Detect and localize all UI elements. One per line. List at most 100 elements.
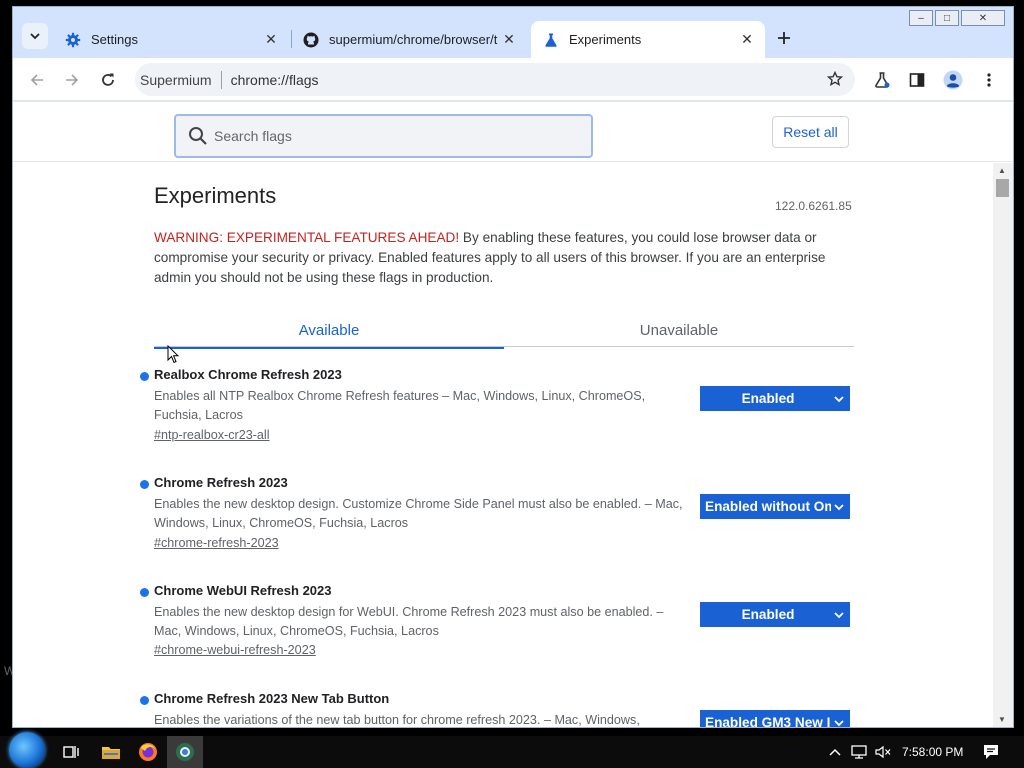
tab-strip: Settings ✕ supermium/chrome/browser/t ✕ … [13, 7, 1013, 58]
experiment-description: Enables the new desktop design. Customiz… [154, 497, 683, 530]
experiment-title: Chrome WebUI Refresh 2023 [154, 583, 332, 598]
close-tab-icon[interactable]: ✕ [739, 31, 755, 48]
chevron-up-icon[interactable] [828, 746, 842, 758]
address-bar[interactable]: Supermium chrome://flags [135, 63, 855, 96]
experiment-permalink[interactable]: #chrome-webui-refresh-2023 [154, 643, 316, 657]
warning-text: WARNING: EXPERIMENTAL FEATURES AHEAD! By… [154, 228, 854, 288]
reload-button[interactable] [95, 67, 121, 93]
close-tab-icon[interactable]: ✕ [263, 31, 279, 48]
profile-button[interactable] [940, 67, 966, 93]
search-icon [188, 126, 208, 146]
back-button[interactable] [24, 67, 50, 93]
warning-prefix: WARNING: EXPERIMENTAL FEATURES AHEAD! [154, 230, 460, 245]
experiment-item: Chrome Refresh 2023 Enables the new desk… [140, 475, 860, 565]
modified-indicator [140, 588, 149, 597]
page-title: Experiments [154, 183, 277, 208]
experiment-title: Realbox Chrome Refresh 2023 [154, 367, 342, 382]
tab-title: Settings [91, 32, 138, 47]
plus-icon [778, 32, 790, 44]
scroll-down-arrow-icon[interactable]: ▼ [998, 715, 1006, 724]
experiment-description: Enables the variations of the new tab bu… [154, 713, 640, 727]
experiment-title: Chrome Refresh 2023 [154, 475, 288, 490]
supermium-icon [176, 743, 194, 761]
volume-muted-icon[interactable] [874, 745, 892, 759]
select-value: Enabled without Omn [705, 499, 831, 514]
flask-icon [875, 72, 890, 88]
tab-title: Experiments [569, 32, 642, 47]
experiment-item: Realbox Chrome Refresh 2023 Enables all … [140, 367, 860, 457]
firefox-button[interactable] [134, 740, 162, 764]
start-button[interactable] [9, 732, 45, 768]
flags-tabs: Available Unavailable [154, 313, 854, 349]
close-window-button[interactable]: ✕ [961, 10, 1005, 26]
experiment-permalink[interactable]: #chrome-refresh-2023 [154, 536, 279, 550]
experiment-select[interactable]: Enabled [700, 602, 850, 627]
browser-toolbar: Supermium chrome://flags [13, 58, 1013, 101]
arrow-right-icon [66, 74, 79, 86]
flags-page: Reset all Experiments 122.0.6261.85 WARN… [13, 102, 1013, 727]
taskbar: 7:58:00 PM [0, 732, 1024, 768]
modified-indicator [140, 696, 149, 705]
forward-button[interactable] [59, 67, 85, 93]
window-controls: – □ ✕ [909, 10, 1005, 26]
task-view-icon [63, 746, 79, 758]
tab-unavailable[interactable]: Unavailable [504, 313, 854, 347]
experiment-description: Enables all NTP Realbox Chrome Refresh f… [154, 389, 646, 422]
labs-button[interactable] [869, 67, 895, 93]
tab-github[interactable]: supermium/chrome/browser/t ✕ [291, 21, 527, 58]
tab-search-button[interactable] [22, 23, 48, 49]
chevron-down-icon [831, 503, 847, 511]
chevron-down-icon [30, 33, 40, 40]
experiment-item: Chrome Refresh 2023 New Tab Button Enabl… [140, 691, 860, 727]
tab-settings[interactable]: Settings ✕ [53, 21, 289, 58]
experiment-permalink[interactable]: #ntp-realbox-cr23-all [154, 428, 270, 442]
search-flags-box[interactable] [174, 114, 593, 158]
close-tab-icon[interactable]: ✕ [501, 31, 517, 48]
experiment-select[interactable]: Enabled without Omn [700, 494, 850, 519]
experiment-title: Chrome Refresh 2023 New Tab Button [154, 691, 390, 706]
firefox-icon [139, 743, 157, 761]
reset-all-button[interactable]: Reset all [772, 116, 849, 148]
avatar-icon [943, 70, 963, 90]
flags-content: Experiments 122.0.6261.85 WARNING: EXPER… [13, 163, 993, 727]
chevron-down-icon [831, 395, 847, 403]
taskbar-clock[interactable]: 7:58:00 PM [902, 745, 963, 759]
side-panel-icon [909, 73, 925, 87]
arrow-left-icon [30, 74, 43, 86]
chevron-down-icon [831, 719, 847, 727]
system-tray [828, 745, 892, 759]
notification-icon [984, 745, 998, 759]
mouse-cursor-icon [167, 344, 180, 369]
task-view-button[interactable] [58, 740, 86, 764]
experiment-select[interactable]: Enabled GM3 New Ic [700, 710, 850, 727]
new-tab-button[interactable] [771, 25, 797, 51]
select-value: Enabled [741, 391, 795, 406]
menu-button[interactable] [976, 67, 1002, 93]
omnibox-url[interactable]: chrome://flags [231, 72, 855, 88]
version-label: 122.0.6261.85 [775, 199, 852, 213]
gear-icon [65, 32, 81, 48]
experiment-item: Chrome WebUI Refresh 2023 Enables the ne… [140, 583, 860, 673]
github-icon [303, 32, 319, 48]
scroll-thumb[interactable] [996, 179, 1009, 197]
experiment-select[interactable]: Enabled [700, 386, 850, 411]
search-input[interactable] [214, 128, 591, 144]
vertical-scrollbar[interactable]: ▲ ▼ [993, 163, 1013, 727]
omnibox-chip[interactable]: Supermium [135, 72, 212, 88]
side-panel-button[interactable] [904, 67, 930, 93]
modified-indicator [140, 372, 149, 381]
maximize-button[interactable]: □ [935, 10, 959, 26]
reload-icon [102, 73, 114, 86]
action-center-button[interactable] [982, 743, 1000, 766]
network-icon[interactable] [850, 745, 868, 759]
tab-experiments[interactable]: Experiments ✕ [531, 21, 765, 58]
file-explorer-button[interactable] [97, 740, 125, 764]
file-explorer-icon [102, 747, 120, 759]
tab-available[interactable]: Available [154, 313, 504, 349]
omnibox-divider [220, 70, 222, 89]
select-value: Enabled [741, 607, 795, 622]
minimize-button[interactable]: – [909, 10, 933, 26]
bookmark-star-icon[interactable] [826, 70, 844, 92]
supermium-button[interactable] [167, 736, 203, 768]
scroll-up-arrow-icon[interactable]: ▲ [998, 166, 1006, 175]
